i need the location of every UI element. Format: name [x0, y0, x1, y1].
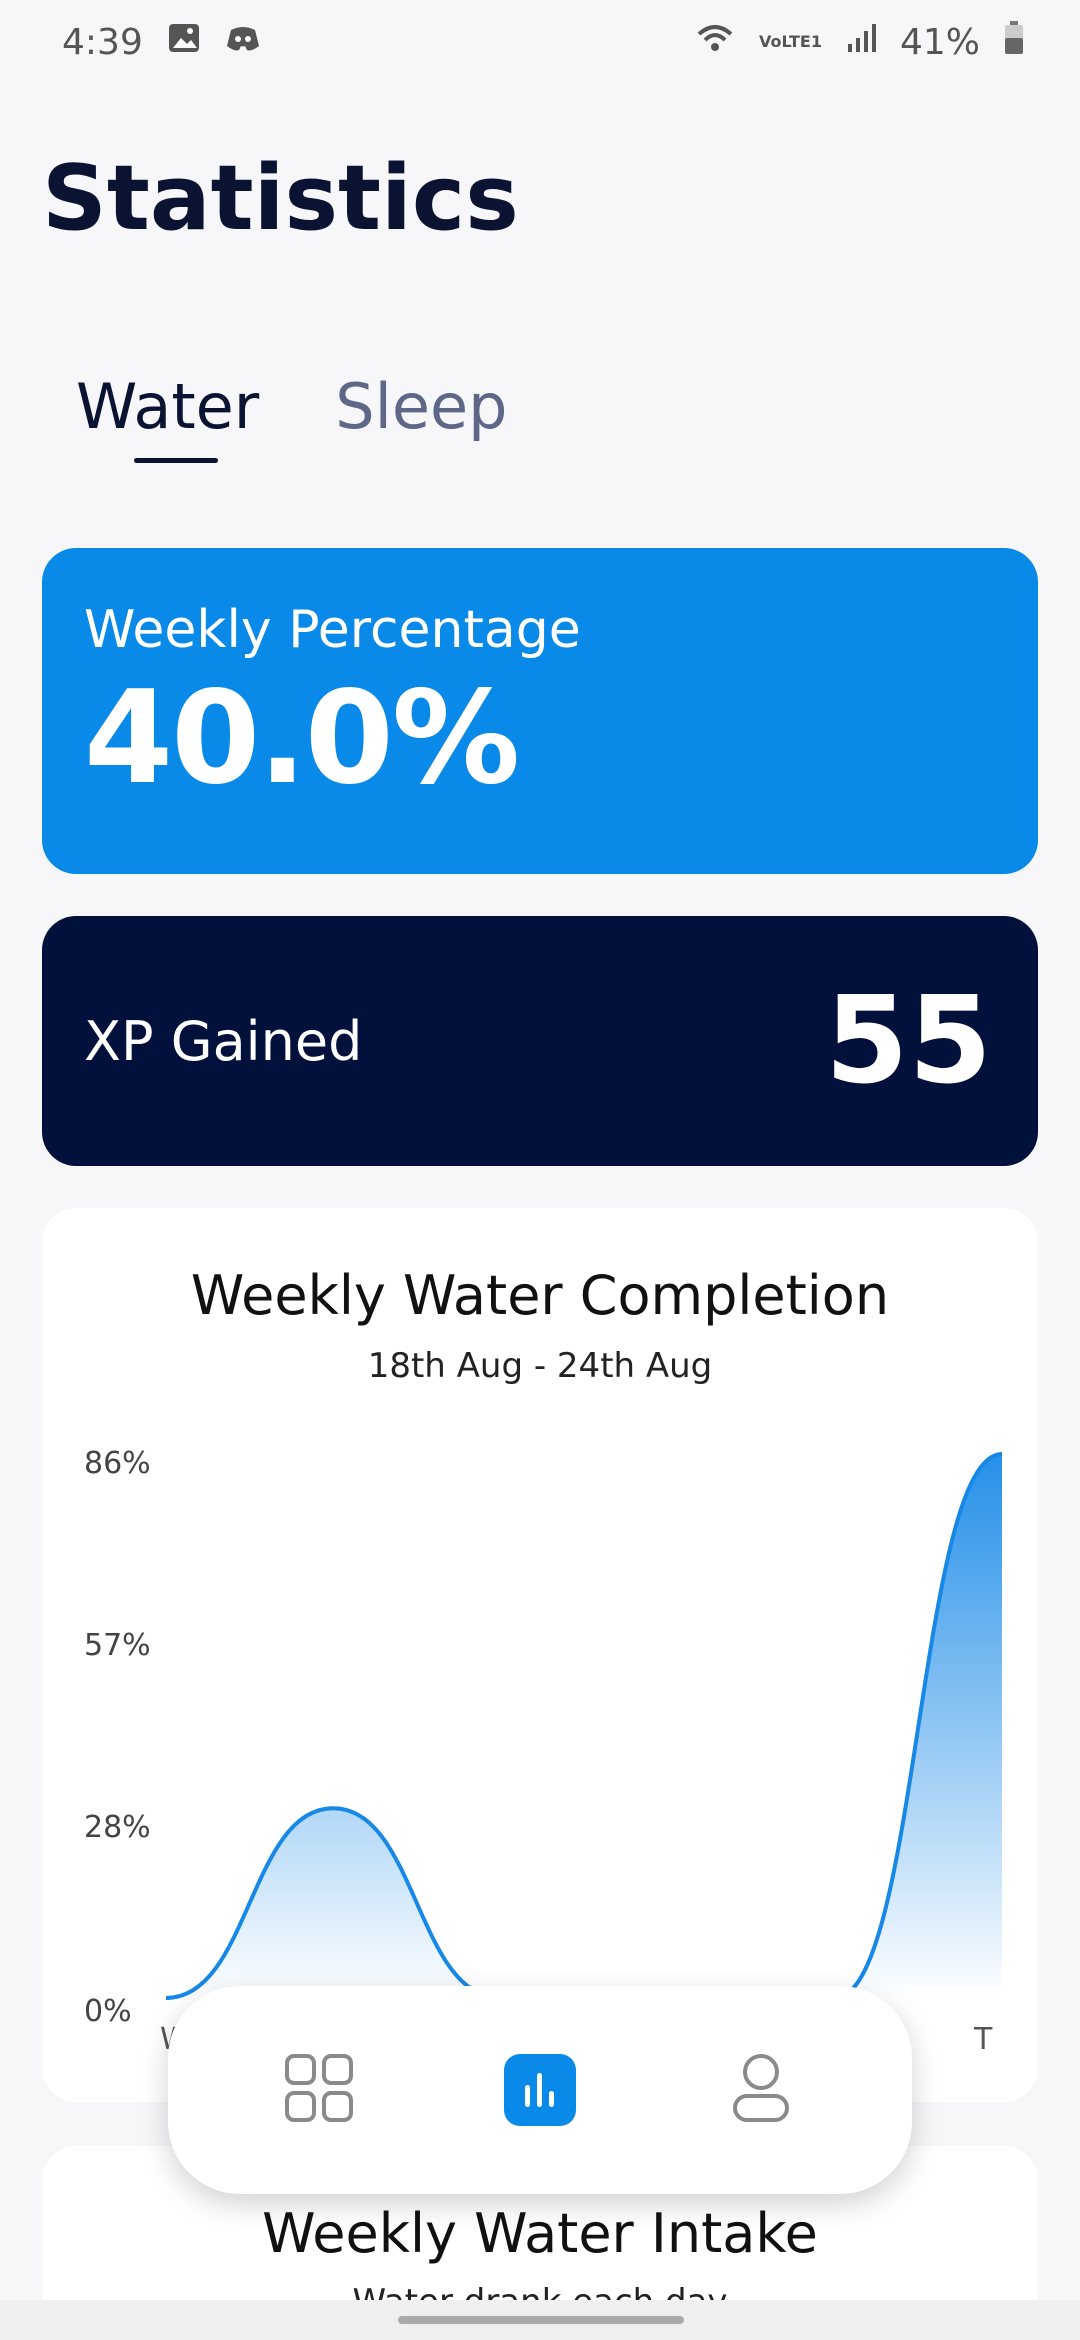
completion-chart-card: Weekly Water Completion 18th Aug - 24th …: [42, 1208, 1038, 2102]
nav-stats[interactable]: [485, 2035, 595, 2145]
dashboard-icon: [284, 2053, 354, 2127]
page-title: Statistics: [42, 146, 519, 251]
weekly-percentage-label: Weekly Percentage: [84, 600, 581, 660]
y-tick-label: 86%: [84, 1446, 151, 1481]
nav-dashboard[interactable]: [264, 2035, 374, 2145]
completion-chart: [165, 1452, 1003, 2001]
battery-icon: [1004, 20, 1024, 64]
tab-active-indicator: [134, 458, 218, 463]
y-tick-label: 57%: [84, 1628, 151, 1663]
stats-icon: [503, 2054, 576, 2126]
tab-bar: Water Sleep: [76, 370, 508, 443]
intake-title: Weekly Water Intake: [262, 2202, 818, 2265]
chart-area: [166, 1454, 1002, 1998]
bottom-nav: [168, 1986, 912, 2194]
xp-card: XP Gained 55: [42, 916, 1038, 1166]
status-time: 4:39: [62, 21, 143, 63]
status-right: VoLTE1 41%: [695, 20, 1024, 64]
profile-icon: [730, 2052, 792, 2128]
nav-profile[interactable]: [706, 2035, 816, 2145]
home-gesture-bar[interactable]: [398, 2316, 684, 2324]
y-tick-label: 0%: [84, 1994, 132, 2029]
tab-water[interactable]: Water: [76, 370, 259, 443]
y-tick-label: 28%: [84, 1810, 151, 1845]
battery-percent: 41%: [899, 21, 980, 63]
status-bar: 4:39 VoLTE1 41%: [0, 0, 1080, 84]
weekly-percentage-card: Weekly Percentage 40.0%: [42, 548, 1038, 874]
weekly-percentage-value: 40.0%: [84, 664, 520, 813]
wifi-icon: [695, 22, 735, 63]
signal-icon: [846, 22, 876, 63]
gallery-icon: [167, 21, 201, 64]
volte-icon: VoLTE1: [758, 32, 822, 51]
xp-value: 55: [825, 971, 992, 1111]
x-tick-label: T: [974, 2022, 993, 2057]
xp-label: XP Gained: [84, 1009, 363, 1073]
status-left: 4:39: [62, 21, 261, 64]
tab-sleep[interactable]: Sleep: [335, 370, 507, 443]
discord-icon: [225, 22, 261, 63]
